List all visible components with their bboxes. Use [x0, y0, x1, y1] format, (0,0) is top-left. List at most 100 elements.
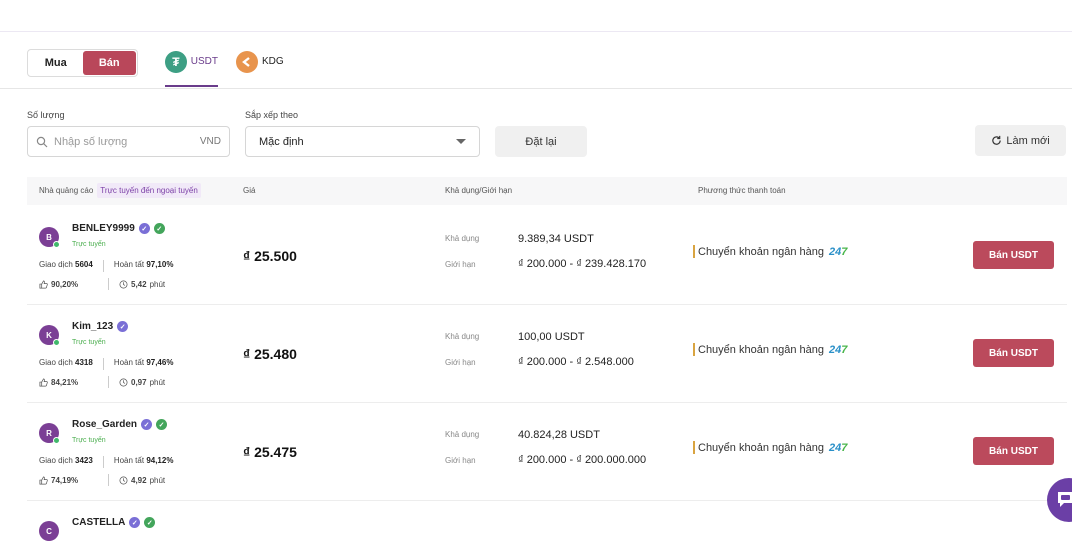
tether-icon: ₮: [165, 51, 187, 73]
advertiser-name: Rose_Garden ✓ ✓: [72, 419, 168, 430]
status-text: Trực tuyến: [72, 437, 106, 444]
advertiser-name-text[interactable]: BENLEY9999: [72, 223, 135, 234]
likes-stat: 90,20%: [39, 278, 108, 290]
completion-label: Hoàn tất: [113, 456, 145, 465]
completion-rate: Hoàn tất 97,10%: [114, 260, 174, 272]
payment-brand-b: 7: [841, 343, 848, 356]
thumbs-up-icon: [39, 476, 48, 484]
advertiser-name-text[interactable]: Rose_Garden: [72, 419, 137, 430]
refresh-button[interactable]: Làm mới: [975, 125, 1066, 156]
advertiser-name: Kim_123 ✓: [72, 321, 129, 332]
trades-label: Giao dịch: [39, 358, 73, 367]
time-unit: phút: [149, 475, 166, 485]
advertiser-name-text[interactable]: CASTELLA: [72, 517, 125, 528]
feedback-stats: 90,20% 5,42 phút: [39, 278, 165, 290]
clock-icon: [119, 280, 128, 288]
trades-value: 3423: [75, 456, 93, 465]
table-row: C CASTELLA ✓ ✓: [27, 501, 1067, 560]
completion-rate: Hoàn tất 97,46%: [114, 358, 174, 370]
sort-select[interactable]: Mặc định: [245, 126, 480, 157]
available-label: Khả dụng: [445, 430, 480, 439]
verified-icon: ✓: [138, 223, 150, 234]
time-unit: phút: [149, 279, 166, 289]
chevron-down-icon: [456, 139, 466, 144]
likes-value: 74,19%: [51, 475, 79, 485]
table-header: Nhà quảng cáo Trực tuyến đến ngoại tuyến …: [27, 177, 1067, 205]
payment-brand-a: 24: [829, 441, 842, 454]
advertiser-name-text[interactable]: Kim_123: [72, 321, 113, 332]
limit-label: Giới hạn: [445, 260, 476, 269]
stats-divider: [108, 474, 109, 486]
amount-label: Số lượng: [27, 110, 65, 120]
online-dot: [53, 437, 60, 444]
limit-value: ₫ 200.000 - ₫ 2.548.000: [518, 356, 634, 368]
tab-divider: [0, 88, 1072, 89]
verified-icon: ✓: [141, 419, 153, 430]
sell-usdt-button[interactable]: Bán USDT: [973, 339, 1054, 367]
status-text: Trực tuyến: [72, 339, 106, 346]
avatar-initial: B: [46, 232, 52, 242]
payment-marker: [693, 343, 695, 356]
buy-toggle-button[interactable]: Mua: [29, 51, 83, 75]
tab-usdt[interactable]: ₮ USDT: [165, 51, 218, 87]
completion-label: Hoàn tất: [113, 358, 145, 367]
payment-method: Chuyển khoản ngân hàng 247: [693, 441, 847, 454]
col-price: Giá: [243, 186, 256, 195]
tab-kdg[interactable]: KDG: [236, 51, 284, 87]
sell-usdt-button[interactable]: Bán USDT: [973, 241, 1054, 269]
thumbs-up-icon: [39, 378, 48, 386]
likes-value: 84,21%: [51, 377, 79, 387]
sell-usdt-button[interactable]: Bán USDT: [973, 437, 1054, 465]
time-unit: phút: [149, 377, 166, 387]
available-label: Khả dụng: [445, 234, 480, 243]
amount-input[interactable]: [54, 135, 184, 148]
price-value: ₫ 25.475: [243, 444, 297, 460]
avatar-initial: K: [46, 330, 52, 340]
avatar: C: [39, 521, 59, 541]
stats-divider: [108, 278, 109, 290]
payment-marker: [693, 245, 695, 258]
available-value: 40.824,28 USDT: [518, 429, 600, 441]
likes-stat: 74,19%: [39, 474, 108, 486]
avatar: R: [39, 423, 60, 444]
payment-marker: [693, 441, 695, 454]
completion-value: 97,46%: [146, 358, 174, 367]
top-divider: [0, 31, 1072, 32]
available-label: Khả dụng: [445, 332, 480, 341]
refresh-icon: [992, 135, 1002, 145]
stats-divider: [108, 376, 109, 388]
payment-brand-a: 24: [829, 245, 842, 258]
likes-value: 90,20%: [51, 279, 79, 289]
online-filter-badge[interactable]: Trực tuyến đến ngoại tuyến: [97, 183, 201, 198]
release-time: 4,92 phút: [119, 474, 165, 486]
payment-label: Chuyển khoản ngân hàng: [698, 343, 824, 356]
merchant-icon: ✓: [153, 223, 165, 234]
sort-value: Mặc định: [259, 135, 304, 148]
sell-toggle-button[interactable]: Bán: [82, 51, 136, 75]
reset-button[interactable]: Đặt lại: [495, 126, 587, 157]
limit-label: Giới hạn: [445, 456, 476, 465]
trades-label: Giao dịch: [39, 260, 73, 269]
amount-field[interactable]: VND: [27, 126, 230, 157]
available-value: 9.389,34 USDT: [518, 233, 594, 245]
thumbs-up-icon: [39, 280, 48, 288]
clock-icon: [119, 378, 128, 386]
refresh-label: Làm mới: [1006, 134, 1050, 147]
time-value: 4,92: [131, 475, 147, 485]
release-time: 5,42 phút: [119, 278, 165, 290]
avatar-initial: R: [46, 428, 52, 438]
time-value: 0,97: [131, 377, 147, 387]
online-dot: [53, 339, 60, 346]
table-row: R Rose_Garden ✓ ✓ Trực tuyến Giao dịch 3…: [27, 403, 1067, 501]
release-time: 0,97 phút: [119, 376, 165, 388]
trades-value: 4318: [75, 358, 93, 367]
limit-value: ₫ 200.000 - ₫ 200.000.000: [518, 454, 647, 466]
payment-brand-logo: 247: [829, 246, 847, 258]
payment-label: Chuyển khoản ngân hàng: [698, 441, 824, 454]
stats-divider: [102, 260, 104, 272]
col-payment: Phương thức thanh toán: [698, 186, 786, 195]
payment-brand-b: 7: [841, 245, 848, 258]
merchant-icon: ✓: [156, 419, 168, 430]
tab-usdt-label: USDT: [190, 56, 218, 67]
price-value: ₫ 25.480: [243, 346, 297, 362]
